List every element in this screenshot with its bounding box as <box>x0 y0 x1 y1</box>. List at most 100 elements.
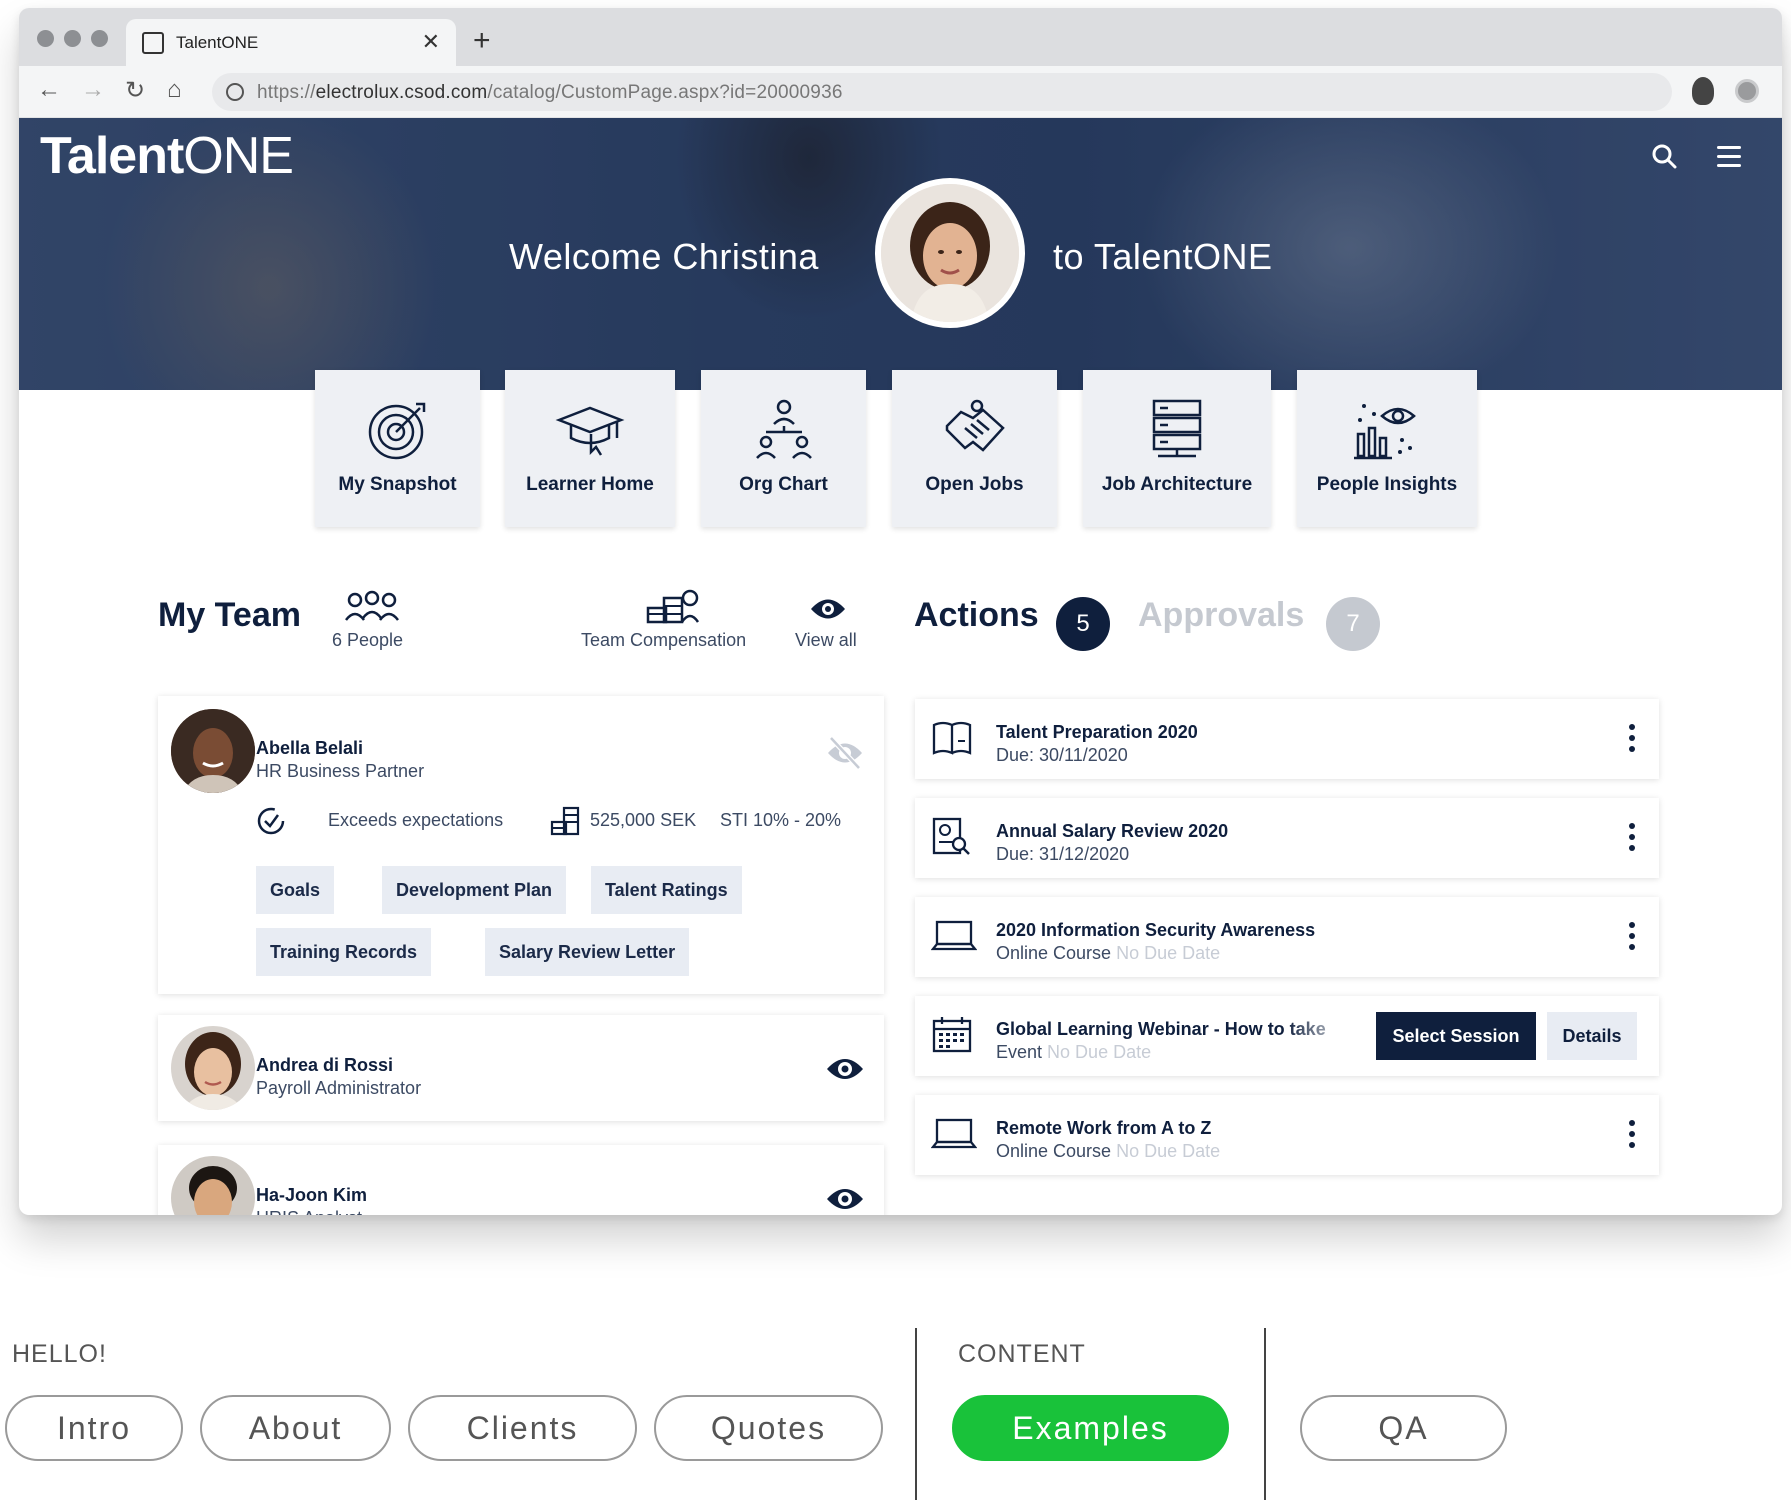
reload-icon[interactable]: ↻ <box>125 76 145 105</box>
book-icon <box>932 721 972 755</box>
details-button[interactable]: Details <box>1547 1012 1637 1060</box>
site-info-icon[interactable] <box>226 83 244 101</box>
graduation-cap-icon <box>555 406 625 456</box>
team-member-card[interactable]: Andrea di Rossi Payroll Administrator <box>158 1015 884 1121</box>
tile-open-jobs[interactable]: Open Jobs <box>892 370 1057 527</box>
action-title[interactable]: Annual Salary Review 2020 <box>996 821 1228 842</box>
goals-chip[interactable]: Goals <box>256 866 335 914</box>
new-tab-button[interactable]: + <box>473 24 491 58</box>
search-icon[interactable] <box>1651 143 1677 169</box>
profile-icon[interactable] <box>1735 79 1759 103</box>
select-session-button[interactable]: Select Session <box>1376 1012 1536 1060</box>
team-compensation-link[interactable]: Team Compensation <box>581 630 746 651</box>
action-item[interactable]: 2020 Information Security Awareness Onli… <box>915 897 1659 977</box>
nav-pill-examples[interactable]: Examples <box>952 1395 1229 1461</box>
favicon-icon <box>142 32 164 54</box>
welcome-text: Welcome Christina <box>509 236 819 277</box>
nav-pill-quotes[interactable]: Quotes <box>654 1395 883 1461</box>
handshake-icon <box>945 399 1005 452</box>
nav-pill-clients[interactable]: Clients <box>408 1395 637 1461</box>
hello-section-label: HELLO! <box>12 1340 107 1368</box>
member-avatar[interactable] <box>171 1026 255 1110</box>
address-bar[interactable]: https://electrolux.csod.com/catalog/Cust… <box>212 73 1672 111</box>
member-avatar[interactable] <box>171 1156 255 1215</box>
tile-my-snapshot[interactable]: My Snapshot <box>315 370 480 527</box>
people-group-icon <box>345 590 399 621</box>
member-role: Payroll Administrator <box>256 1078 422 1098</box>
member-name: Andrea di Rossi <box>256 1055 394 1075</box>
approvals-tab[interactable]: Approvals <box>1138 596 1304 635</box>
hamburger-menu-icon[interactable] <box>1717 146 1741 173</box>
actions-tab[interactable]: Actions <box>914 596 1039 635</box>
close-tab-icon[interactable]: ✕ <box>422 29 440 55</box>
eye-off-icon[interactable] <box>825 736 865 770</box>
tile-org-chart[interactable]: Org Chart <box>701 370 866 527</box>
action-title[interactable]: Remote Work from A to Z <box>996 1118 1211 1139</box>
eye-icon[interactable] <box>825 1185 865 1213</box>
member-role: HRIS Analyst <box>256 1208 362 1215</box>
coins-icon <box>646 589 700 624</box>
insights-icon <box>1354 404 1416 460</box>
quick-links: My Snapshot Learner Home Org Chart Open … <box>315 370 1515 527</box>
view-all-link[interactable]: View all <box>795 630 857 651</box>
rating-icon <box>257 807 285 835</box>
money-stack-icon <box>550 806 580 836</box>
section-divider <box>915 1328 917 1500</box>
member-role: HR Business Partner <box>256 761 425 781</box>
member-name: Ha-Joon Kim <box>256 1185 368 1205</box>
more-options-icon[interactable] <box>1629 724 1635 757</box>
tile-learner-home[interactable]: Learner Home <box>505 370 675 527</box>
eye-icon[interactable] <box>809 596 847 622</box>
training-records-chip[interactable]: Training Records <box>256 928 432 976</box>
server-stack-icon <box>1152 399 1202 458</box>
tile-label: My Snapshot <box>338 474 457 495</box>
action-type: Online Course No Due Date <box>996 943 1221 963</box>
tile-label: Learner Home <box>526 474 654 495</box>
salary-review-letter-chip[interactable]: Salary Review Letter <box>485 928 690 976</box>
action-item[interactable]: Talent Preparation 2020 Due: 30/11/2020 <box>915 699 1659 779</box>
development-plan-chip[interactable]: Development Plan <box>382 866 567 914</box>
team-member-card[interactable]: Ha-Joon Kim HRIS Analyst <box>158 1145 884 1215</box>
user-avatar[interactable] <box>875 178 1025 328</box>
nav-pill-intro[interactable]: Intro <box>5 1395 183 1461</box>
due-date-muted: No Due Date <box>1116 943 1221 963</box>
action-title[interactable]: Talent Preparation 2020 <box>996 722 1198 743</box>
due-date-muted: No Due Date <box>1047 1042 1152 1062</box>
eye-icon[interactable] <box>825 1055 865 1083</box>
action-item[interactable]: Annual Salary Review 2020 Due: 31/12/202… <box>915 798 1659 878</box>
more-options-icon[interactable] <box>1629 823 1635 856</box>
talent-ratings-chip[interactable]: Talent Ratings <box>591 866 742 914</box>
member-avatar[interactable] <box>171 709 255 793</box>
more-options-icon[interactable] <box>1629 922 1635 955</box>
home-icon[interactable]: ⌂ <box>167 76 182 104</box>
tile-people-insights[interactable]: People Insights <box>1297 370 1477 527</box>
tile-job-architecture[interactable]: Job Architecture <box>1083 370 1271 527</box>
calendar-icon <box>932 1017 972 1053</box>
maximize-window-button[interactable] <box>91 30 108 47</box>
action-item[interactable]: Remote Work from A to Z Online Course No… <box>915 1095 1659 1175</box>
performance-rating: Exceeds expectations <box>328 810 504 830</box>
back-arrow-icon[interactable]: ← <box>37 76 61 104</box>
org-chart-icon <box>755 399 812 459</box>
close-window-button[interactable] <box>37 30 54 47</box>
window-controls <box>37 30 108 47</box>
browser-tab[interactable]: TalentONE ✕ <box>126 19 456 66</box>
talentone-logo[interactable]: TalentONE <box>40 126 294 186</box>
laptop-icon <box>931 920 977 951</box>
browser-window: TalentONE ✕ + ← → ↻ ⌂ https://electrolux… <box>19 8 1782 1215</box>
people-count[interactable]: 6 People <box>332 630 403 651</box>
action-title[interactable]: Global Learning Webinar - How to take <box>996 1019 1358 1040</box>
action-type: Event No Due Date <box>996 1042 1152 1062</box>
minimize-window-button[interactable] <box>64 30 81 47</box>
nav-pill-qa[interactable]: QA <box>1300 1395 1507 1461</box>
more-options-icon[interactable] <box>1629 1120 1635 1153</box>
sti-range: STI 10% - 20% <box>720 810 842 830</box>
nav-pill-about[interactable]: About <box>200 1395 391 1461</box>
forward-arrow-icon[interactable]: → <box>81 76 105 104</box>
tile-label: People Insights <box>1316 474 1458 495</box>
extension-icon[interactable] <box>1692 77 1714 105</box>
action-title[interactable]: 2020 Information Security Awareness <box>996 920 1315 941</box>
approvals-count-badge: 7 <box>1326 597 1380 651</box>
team-member-card-expanded[interactable]: Abella Belali HR Business Partner Exceed… <box>158 696 884 994</box>
action-item[interactable]: Global Learning Webinar - How to take Ev… <box>915 996 1659 1076</box>
